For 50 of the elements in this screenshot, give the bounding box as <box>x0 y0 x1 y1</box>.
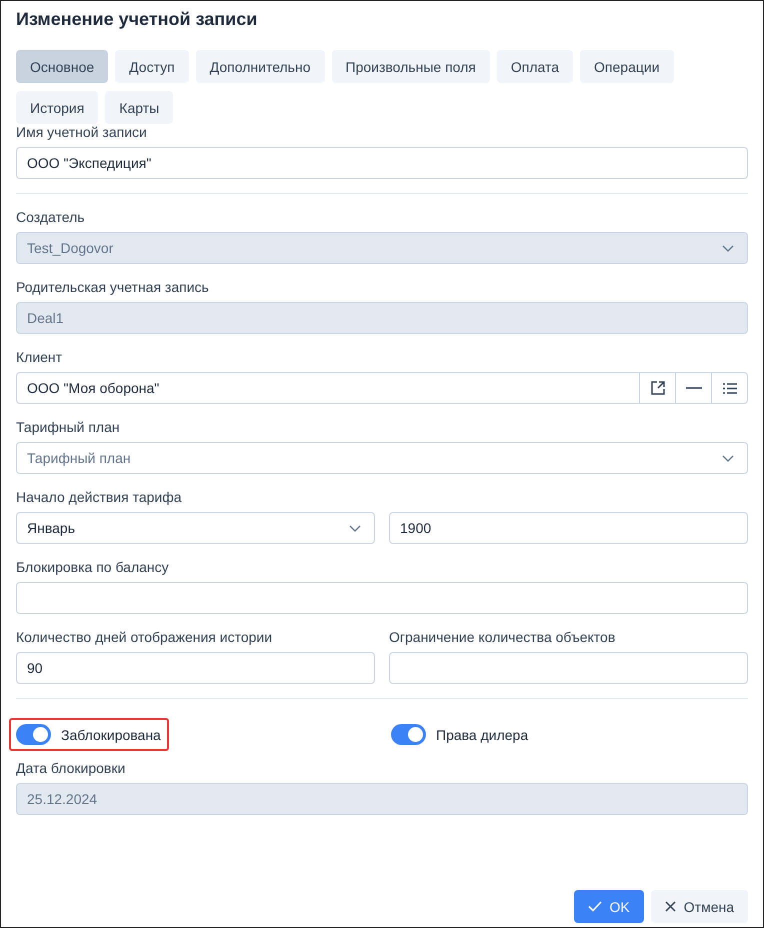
field-label: Начало действия тарифа <box>16 489 183 506</box>
placeholder: Тарифный план <box>27 450 131 466</box>
field-label: Клиент <box>16 349 64 366</box>
tab[interactable]: Основное <box>16 50 108 83</box>
chevron-down-icon <box>349 525 361 532</box>
field-label: Ограничение количества объектов <box>389 629 616 646</box>
toggle-label: Заблокирована <box>61 726 161 742</box>
field-label: Родительская учетная запись <box>16 279 210 296</box>
field-label: Имя учетной записи <box>16 124 148 141</box>
list-icon <box>722 382 736 394</box>
select-field[interactable]: Тарифный план <box>16 442 748 474</box>
tab[interactable]: Карты <box>105 91 174 124</box>
field-value: Deal1 <box>27 310 64 326</box>
cancel-button[interactable]: Отмена <box>650 890 748 923</box>
toggle-label: Права дилера <box>436 726 528 742</box>
input-field[interactable]: 90 <box>16 652 375 684</box>
field-value: ООО "Экспедиция" <box>27 155 152 171</box>
tab[interactable]: История <box>16 91 98 124</box>
lookup-field[interactable]: ООО "Моя оборона" <box>16 372 748 404</box>
input-field[interactable]: ООО "Экспедиция" <box>16 147 748 179</box>
toggle-switch[interactable] <box>16 724 51 745</box>
input-field[interactable] <box>389 652 748 684</box>
field-value: ООО "Моя оборона" <box>26 380 160 396</box>
toggle-switch[interactable] <box>391 724 426 745</box>
checkmark-icon <box>588 901 602 912</box>
field-label: Количество дней отображения истории <box>16 629 274 646</box>
minus-icon <box>686 387 702 389</box>
field-value: 90 <box>27 660 43 676</box>
window-title: Изменение учетной записи <box>16 9 258 31</box>
tab[interactable]: Произвольные поля <box>332 50 490 83</box>
field-value: Январь <box>27 520 75 536</box>
close-icon <box>664 901 676 912</box>
input-field[interactable] <box>16 582 748 614</box>
field-label: Блокировка по балансу <box>16 559 170 576</box>
tab[interactable]: Доступ <box>115 50 189 83</box>
input-field[interactable]: 1900 <box>389 512 748 544</box>
select-field[interactable]: Январь <box>16 512 375 544</box>
field-value: 1900 <box>400 520 432 536</box>
field-value: Test_Dogovor <box>27 240 114 256</box>
chevron-down-icon <box>722 245 734 252</box>
field-label: Дата блокировки <box>16 760 126 777</box>
field-label: Создатель <box>16 209 86 226</box>
tab[interactable]: Дополнительно <box>196 50 324 83</box>
field-value: 25.12.2024 <box>27 791 98 807</box>
ok-button[interactable]: OK <box>574 890 644 923</box>
field-label: Тарифный план <box>16 419 121 436</box>
tab[interactable]: Оплата <box>496 50 574 83</box>
external-link-icon <box>650 380 666 396</box>
tab[interactable]: Операции <box>580 50 674 83</box>
chevron-down-icon <box>722 455 734 462</box>
